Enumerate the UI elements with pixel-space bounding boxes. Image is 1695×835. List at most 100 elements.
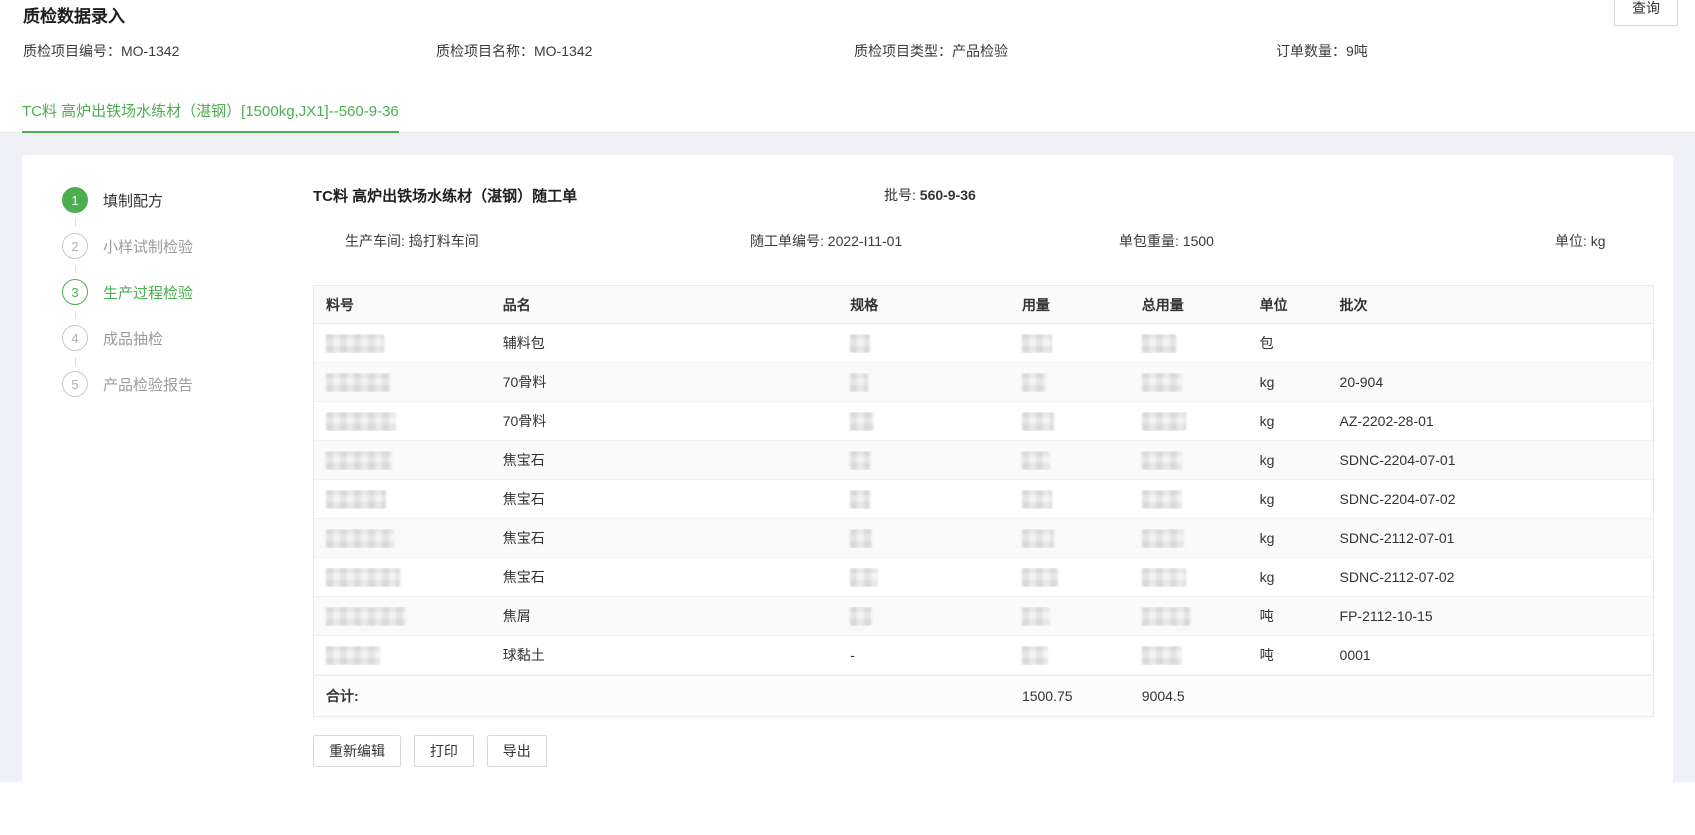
- redacted-spec-block: [850, 529, 872, 548]
- cell-name: 焦宝石: [491, 567, 838, 587]
- redacted-usage-block: [1022, 607, 1050, 626]
- step-number-badge: 2: [62, 233, 88, 259]
- cell-batch: FP-2112-10-15: [1328, 608, 1653, 624]
- reedit-button[interactable]: 重新编辑: [313, 735, 401, 767]
- redacted-total-block: [1142, 412, 1186, 431]
- info-label: 质检项目类型：: [854, 43, 952, 59]
- redacted-usage-block: [1022, 490, 1052, 509]
- header-cell-unit: 单位: [1248, 295, 1328, 315]
- page-title: 质检数据录入: [23, 2, 125, 27]
- cell-name: 70骨料: [491, 372, 838, 392]
- cell-unit: kg: [1248, 374, 1328, 390]
- redacted-total-block: [1142, 451, 1182, 470]
- step-connector: [75, 357, 76, 365]
- step-number-badge: 5: [62, 371, 88, 397]
- cell-batch: AZ-2202-28-01: [1328, 413, 1653, 429]
- cell-spec: [838, 412, 1010, 431]
- total-total-usage: 9004.5: [1130, 688, 1248, 704]
- meta-item-sheet-number: 随工单编号: 2022-I11-01: [750, 231, 902, 251]
- step-item-1[interactable]: 1填制配方: [62, 187, 292, 213]
- cell-batch: SDNC-2112-07-01: [1328, 530, 1653, 546]
- cell-batch: 0001: [1328, 647, 1653, 663]
- cell-usage: [1010, 451, 1130, 470]
- cell-unit: kg: [1248, 491, 1328, 507]
- table-total-row: 合计: 1500.75 9004.5: [314, 675, 1653, 716]
- redacted-spec-block: [850, 373, 868, 392]
- redacted-total-block: [1142, 646, 1182, 665]
- cell-code: [314, 607, 491, 626]
- redacted-code-block: [326, 568, 400, 587]
- cell-batch: SDNC-2112-07-02: [1328, 569, 1653, 585]
- export-button[interactable]: 导出: [487, 735, 547, 767]
- cell-spec: [838, 334, 1010, 353]
- cell-spec: [838, 568, 1010, 587]
- cell-total-usage: [1130, 607, 1248, 626]
- step-connector: [75, 311, 76, 319]
- total-usage: 1500.75: [1010, 688, 1130, 704]
- table-row: 焦宝石kgSDNC-2204-07-01: [314, 441, 1653, 480]
- header-cell-name: 品名: [491, 295, 838, 315]
- step-item-4[interactable]: 4成品抽检: [62, 325, 292, 351]
- cell-usage: [1010, 607, 1130, 626]
- step-item-5[interactable]: 5产品检验报告: [62, 371, 292, 397]
- step-item-2[interactable]: 2小样试制检验: [62, 233, 292, 259]
- table-body: 辅料包包70骨料kg20-90470骨料kgAZ-2202-28-01焦宝石kg…: [314, 324, 1653, 675]
- cell-code: [314, 373, 491, 392]
- cell-total-usage: [1130, 412, 1248, 431]
- cell-name: 球黏土: [491, 645, 838, 665]
- cell-code: [314, 646, 491, 665]
- info-value: MO-1342: [121, 43, 179, 59]
- redacted-code-block: [326, 607, 406, 626]
- cell-unit: kg: [1248, 569, 1328, 585]
- step-connector: [75, 219, 76, 227]
- info-item-project-type: 质检项目类型：产品检验: [854, 41, 1008, 61]
- redacted-code-block: [326, 646, 380, 665]
- cell-name: 70骨料: [491, 411, 838, 431]
- cell-batch: SDNC-2204-07-02: [1328, 491, 1653, 507]
- step-number-badge: 4: [62, 325, 88, 351]
- cell-usage: [1010, 646, 1130, 665]
- redacted-usage-block: [1022, 373, 1046, 392]
- redacted-code-block: [326, 412, 396, 431]
- cell-total-usage: [1130, 646, 1248, 665]
- cell-batch: SDNC-2204-07-01: [1328, 452, 1653, 468]
- info-label: 订单数量：: [1276, 43, 1346, 59]
- cell-code: [314, 568, 491, 587]
- info-value: 9吨: [1346, 43, 1368, 59]
- worksheet-title-row: TC料 高炉出铁场水练材（湛钢）随工单 批号: 560-9-36: [313, 185, 1654, 207]
- cell-name: 辅料包: [491, 333, 838, 353]
- table-row: 球黏土-吨0001: [314, 636, 1653, 675]
- step-number-badge: 1: [62, 187, 88, 213]
- cell-usage: [1010, 490, 1130, 509]
- redacted-spec-block: [850, 334, 870, 353]
- top-bar: 质检数据录入 查询 质检项目编号：MO-1342 质检项目名称：MO-1342 …: [0, 0, 1695, 90]
- cell-code: [314, 334, 491, 353]
- redacted-usage-block: [1022, 646, 1048, 665]
- cell-name: 焦宝石: [491, 528, 838, 548]
- step-item-3[interactable]: 3生产过程检验: [62, 279, 292, 305]
- cell-name: 焦屑: [491, 606, 838, 626]
- table-row: 焦宝石 kgSDNC-2112-07-02: [314, 558, 1653, 597]
- tab-worksheet[interactable]: TC料 高炉出铁场水练材（湛钢）[1500kg,JX1]--560-9-36: [22, 100, 399, 133]
- worksheet-title: TC料 高炉出铁场水练材（湛钢）随工单: [313, 185, 577, 206]
- steps-nav: 1填制配方 2小样试制检验 3生产过程检验 4成品抽检 5产品检验报告: [62, 187, 292, 397]
- redacted-usage-block: [1022, 334, 1052, 353]
- redacted-spec-block: [850, 451, 870, 470]
- meta-item-unit: 单位: kg: [1555, 231, 1606, 251]
- meta-item-package-weight: 单包重量: 1500: [1119, 231, 1214, 251]
- redacted-spec-block: [850, 490, 870, 509]
- cell-total-usage: [1130, 373, 1248, 392]
- print-button[interactable]: 打印: [414, 735, 474, 767]
- table-row: 焦宝石kgSDNC-2112-07-01: [314, 519, 1653, 558]
- cell-total-usage: [1130, 334, 1248, 353]
- cell-name: 焦宝石: [491, 450, 838, 470]
- redacted-code-block: [326, 529, 394, 548]
- cell-spec: -: [838, 647, 1010, 663]
- tab-bar: TC料 高炉出铁场水练材（湛钢）[1500kg,JX1]--560-9-36: [0, 90, 1695, 133]
- redacted-spec-block: [850, 568, 878, 587]
- redacted-total-block: [1142, 334, 1176, 353]
- query-button[interactable]: 查询: [1614, 0, 1678, 26]
- redacted-total-block: [1142, 607, 1190, 626]
- step-connector: [75, 265, 76, 273]
- redacted-code-block: [326, 373, 390, 392]
